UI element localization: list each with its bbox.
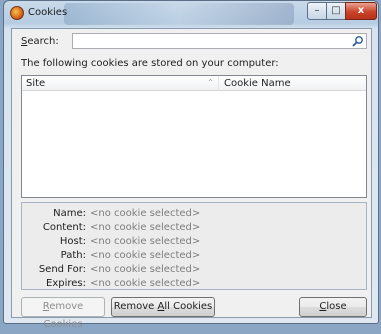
cookie-details-panel: Name: <no cookie selected> Content: <no … bbox=[21, 202, 367, 290]
sort-ascending-icon: ^ bbox=[208, 79, 214, 86]
detail-label: Path: bbox=[60, 250, 86, 261]
detail-value: <no cookie selected> bbox=[90, 208, 201, 219]
search-input[interactable] bbox=[72, 33, 367, 49]
info-text: The following cookies are stored on your… bbox=[21, 58, 279, 69]
close-window-button[interactable]: x bbox=[345, 2, 377, 20]
title-bar-background bbox=[64, 3, 294, 25]
column-header-site[interactable]: Site bbox=[26, 78, 45, 89]
detail-label: Send For: bbox=[38, 264, 86, 275]
detail-label: Name: bbox=[53, 208, 86, 219]
cookie-list[interactable]: Site ^ Cookie Name bbox=[21, 75, 367, 198]
dialog-body: Search: The following cookies are stored… bbox=[11, 28, 372, 330]
detail-row-send-for: Send For: <no cookie selected> bbox=[22, 264, 362, 278]
detail-row-content: Content: <no cookie selected> bbox=[22, 222, 362, 236]
column-header-cookie-name[interactable]: Cookie Name bbox=[224, 78, 291, 89]
detail-row-expires: Expires: <no cookie selected> bbox=[22, 278, 362, 292]
detail-label: Content: bbox=[42, 222, 86, 233]
firefox-icon bbox=[10, 6, 24, 20]
detail-value: <no cookie selected> bbox=[90, 264, 201, 275]
close-button[interactable]: Close bbox=[299, 297, 367, 317]
cookies-window: Cookies – □ x Search: The following cook… bbox=[3, 0, 379, 330]
remove-all-cookies-button[interactable]: Remove All Cookies bbox=[111, 297, 215, 317]
detail-value: <no cookie selected> bbox=[90, 222, 201, 233]
detail-label: Host: bbox=[59, 236, 86, 247]
window-title: Cookies bbox=[28, 7, 68, 18]
list-header: Site ^ Cookie Name bbox=[22, 76, 366, 91]
detail-value: <no cookie selected> bbox=[90, 236, 201, 247]
magnifier-icon[interactable] bbox=[352, 35, 364, 47]
title-bar[interactable]: Cookies – □ x bbox=[4, 1, 378, 27]
detail-row-host: Host: <no cookie selected> bbox=[22, 236, 362, 250]
detail-row-path: Path: <no cookie selected> bbox=[22, 250, 362, 264]
search-label: Search: bbox=[21, 36, 59, 47]
detail-label: Expires: bbox=[46, 278, 86, 289]
detail-value: <no cookie selected> bbox=[90, 250, 201, 261]
minimize-button[interactable]: – bbox=[307, 2, 327, 20]
maximize-button[interactable]: □ bbox=[326, 2, 346, 20]
detail-value: <no cookie selected> bbox=[90, 278, 201, 289]
detail-row-name: Name: <no cookie selected> bbox=[22, 208, 362, 222]
remove-cookies-button[interactable]: Remove Cookies bbox=[21, 297, 105, 330]
column-separator[interactable] bbox=[218, 76, 219, 91]
